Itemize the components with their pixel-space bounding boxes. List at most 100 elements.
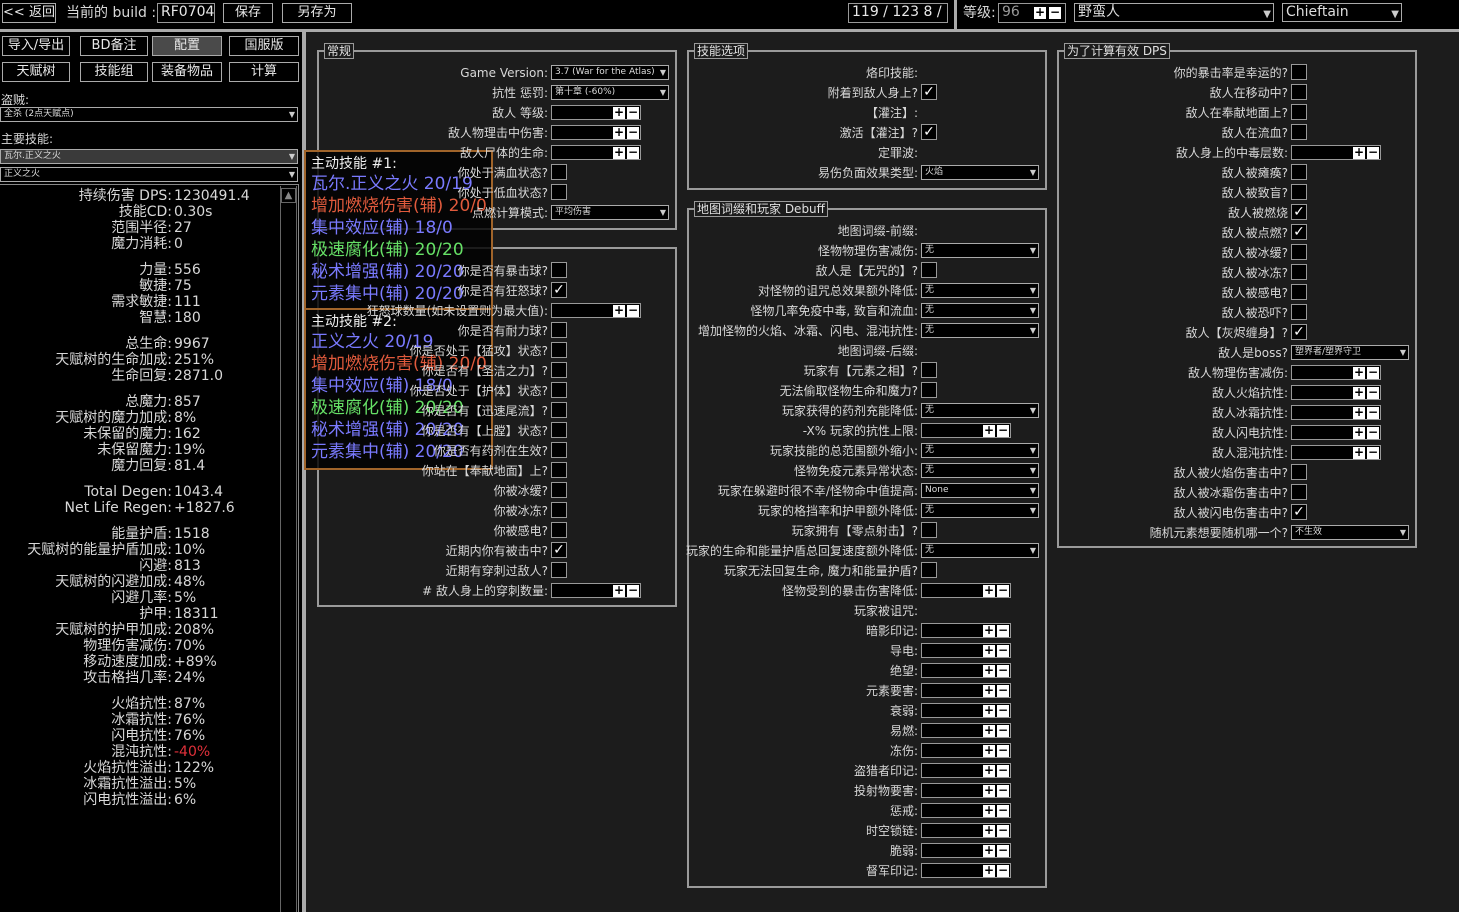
map-rows-dropdown[interactable]: 无 ▼ <box>921 543 1039 558</box>
tab-5[interactable]: 技能组 <box>80 62 148 82</box>
general-rows-checkbox[interactable] <box>551 164 567 180</box>
general2-rows-checkbox[interactable] <box>551 562 567 578</box>
minus-button[interactable]: − <box>1367 366 1379 379</box>
tab-2[interactable]: 配置 <box>152 36 222 56</box>
map-rows-checkbox[interactable] <box>921 522 937 538</box>
minus-button[interactable]: − <box>1367 146 1379 159</box>
minus-button[interactable]: − <box>997 724 1009 737</box>
minus-button[interactable]: − <box>997 824 1009 837</box>
minus-button[interactable]: − <box>997 644 1009 657</box>
minus-button[interactable]: − <box>1367 406 1379 419</box>
dps-rows-checkbox[interactable] <box>1291 244 1307 260</box>
general-rows-dropdown[interactable]: 平均伤害 ▼ <box>551 205 669 220</box>
minus-button[interactable]: − <box>1367 426 1379 439</box>
dps-rows-checkbox[interactable] <box>1291 264 1307 280</box>
minus-button[interactable]: − <box>997 704 1009 717</box>
general2-rows-checkbox[interactable] <box>551 322 567 338</box>
plus-button[interactable]: + <box>1353 426 1365 439</box>
plus-button[interactable]: + <box>983 844 995 857</box>
minus-button[interactable]: − <box>997 864 1009 877</box>
level-minus-button[interactable]: − <box>1049 6 1061 19</box>
map-rows-checkbox[interactable] <box>921 362 937 378</box>
general-rows-checkbox[interactable] <box>551 184 567 200</box>
tab-4[interactable]: 天赋树 <box>2 62 70 82</box>
plus-button[interactable]: + <box>983 764 995 777</box>
plus-button[interactable]: + <box>1353 146 1365 159</box>
general2-rows-checkbox[interactable] <box>551 462 567 478</box>
map-rows-checkbox[interactable] <box>921 562 937 578</box>
general2-rows-checkbox[interactable]: ✓ <box>551 542 567 558</box>
dps-rows-checkbox[interactable] <box>1291 124 1307 140</box>
dps-rows-checkbox[interactable]: ✓ <box>1291 504 1307 520</box>
dps-rows-checkbox[interactable] <box>1291 184 1307 200</box>
dps-rows-checkbox[interactable] <box>1291 164 1307 180</box>
plus-button[interactable]: + <box>983 724 995 737</box>
build-name-field[interactable]: RF0704 <box>157 3 215 23</box>
skill-rows-checkbox[interactable]: ✓ <box>921 84 937 100</box>
level-plus-button[interactable]: + <box>1034 6 1046 19</box>
plus-button[interactable]: + <box>983 784 995 797</box>
plus-button[interactable]: + <box>983 584 995 597</box>
minus-button[interactable]: − <box>997 844 1009 857</box>
plus-button[interactable]: + <box>1353 386 1365 399</box>
general2-rows-checkbox[interactable] <box>551 422 567 438</box>
dps-rows-checkbox[interactable] <box>1291 304 1307 320</box>
minus-button[interactable]: − <box>1367 386 1379 399</box>
general2-rows-checkbox[interactable] <box>551 522 567 538</box>
minus-button[interactable]: − <box>997 684 1009 697</box>
general2-rows-checkbox[interactable] <box>551 362 567 378</box>
map-rows-checkbox[interactable] <box>921 382 937 398</box>
dps-rows-dropdown[interactable]: 塑界者/塑界守卫 ▼ <box>1291 345 1409 360</box>
tab-6[interactable]: 装备物品 <box>152 62 222 82</box>
plus-button[interactable]: + <box>1353 406 1365 419</box>
plus-button[interactable]: + <box>983 664 995 677</box>
general2-rows-checkbox[interactable] <box>551 502 567 518</box>
plus-button[interactable]: + <box>983 744 995 757</box>
minus-button[interactable]: − <box>997 804 1009 817</box>
plus-button[interactable]: + <box>983 804 995 817</box>
general2-rows-checkbox[interactable] <box>551 342 567 358</box>
dps-rows-checkbox[interactable] <box>1291 104 1307 120</box>
general2-rows-checkbox[interactable] <box>551 482 567 498</box>
plus-button[interactable]: + <box>983 624 995 637</box>
dps-rows-checkbox[interactable]: ✓ <box>1291 204 1307 220</box>
ascendancy-dropdown[interactable]: Chieftain ▼ <box>1282 3 1402 22</box>
plus-button[interactable]: + <box>983 864 995 877</box>
dps-rows-checkbox[interactable]: ✓ <box>1291 224 1307 240</box>
minus-button[interactable]: − <box>997 664 1009 677</box>
minus-button[interactable]: − <box>997 784 1009 797</box>
general2-rows-checkbox[interactable] <box>551 262 567 278</box>
tab-1[interactable]: BD备注 <box>80 36 148 56</box>
general2-rows-checkbox[interactable] <box>551 402 567 418</box>
class-dropdown[interactable]: 野蛮人 ▼ <box>1074 3 1274 22</box>
plus-button[interactable]: + <box>983 684 995 697</box>
general2-rows-checkbox[interactable] <box>551 382 567 398</box>
dps-rows-checkbox[interactable] <box>1291 484 1307 500</box>
plus-button[interactable]: + <box>1353 366 1365 379</box>
plus-button[interactable]: + <box>983 644 995 657</box>
dps-rows-checkbox[interactable] <box>1291 284 1307 300</box>
general2-rows-checkbox[interactable]: ✓ <box>551 282 567 298</box>
dps-rows-checkbox[interactable] <box>1291 64 1307 80</box>
plus-button[interactable]: + <box>983 824 995 837</box>
general2-rows-checkbox[interactable] <box>551 442 567 458</box>
minus-button[interactable]: − <box>997 624 1009 637</box>
save-button[interactable]: 保存 <box>223 3 273 23</box>
plus-button[interactable]: + <box>1353 446 1365 459</box>
save-as-button[interactable]: 另存为 <box>282 3 352 23</box>
minus-button[interactable]: − <box>997 764 1009 777</box>
tab-3[interactable]: 国服版 <box>229 36 299 56</box>
minus-button[interactable]: − <box>997 584 1009 597</box>
plus-button[interactable]: + <box>983 704 995 717</box>
skill-rows-checkbox[interactable]: ✓ <box>921 124 937 140</box>
dps-rows-checkbox[interactable] <box>1291 464 1307 480</box>
tab-0[interactable]: 导入/导出 <box>2 36 70 56</box>
map-rows-label: 暗影印记: <box>865 624 918 638</box>
back-button[interactable]: << 返回 <box>2 3 56 23</box>
dps-rows-checkbox[interactable]: ✓ <box>1291 324 1307 340</box>
dps-rows-checkbox[interactable] <box>1291 84 1307 100</box>
dps-rows-dropdown[interactable]: 不生效 ▼ <box>1291 525 1409 540</box>
minus-button[interactable]: − <box>997 744 1009 757</box>
map-rows-checkbox[interactable] <box>921 262 937 278</box>
minus-button[interactable]: − <box>1367 446 1379 459</box>
